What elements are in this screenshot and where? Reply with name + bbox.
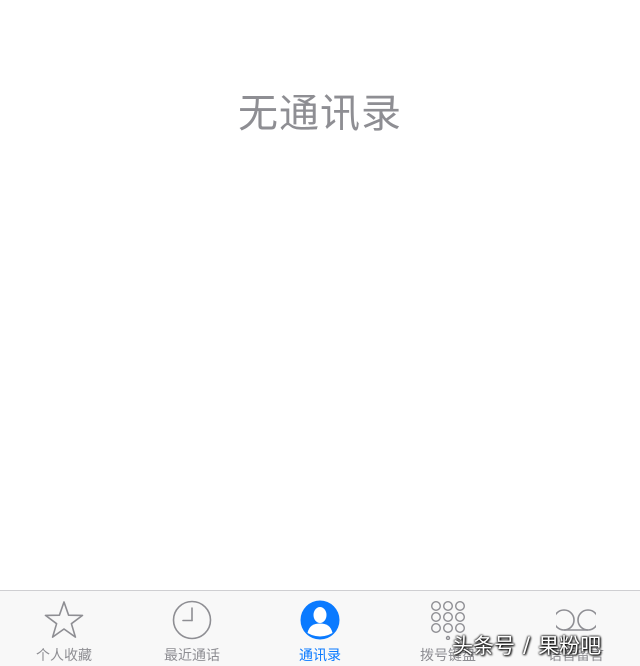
tab-favorites[interactable]: 个人收藏 — [0, 591, 128, 666]
clock-icon — [172, 600, 212, 640]
tab-recents-label: 最近通话 — [164, 648, 220, 664]
tab-contacts[interactable]: 通讯录 — [256, 591, 384, 666]
contacts-icon — [300, 600, 340, 640]
watermark-source: 头条号 — [452, 634, 515, 658]
empty-contacts-message: 无通讯录 — [238, 91, 402, 137]
star-icon — [44, 601, 84, 638]
tab-contacts-label: 通讯录 — [299, 648, 341, 664]
watermark-author: 果粉吧 — [538, 634, 602, 658]
watermark-separator: / — [523, 633, 531, 657]
contacts-screen: 无通讯录 个人收藏 最近通话 通讯录 拨号键盘 语音留言 头条号 / 果粉吧 — [0, 0, 640, 666]
tab-favorites-label: 个人收藏 — [36, 648, 92, 664]
watermark: 头条号 / 果粉吧 — [452, 628, 601, 662]
tab-recents[interactable]: 最近通话 — [128, 591, 256, 666]
